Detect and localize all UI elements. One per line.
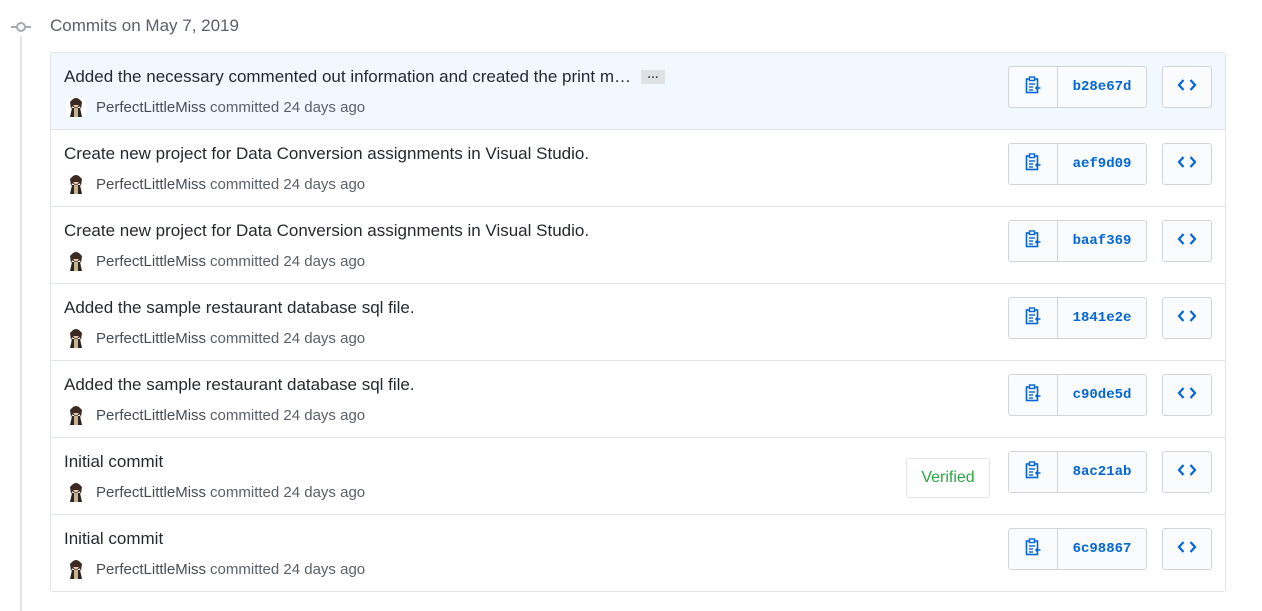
browse-repo-button[interactable] <box>1162 66 1212 108</box>
copy-sha-button[interactable] <box>1009 298 1058 338</box>
sha-button-group: b28e67d <box>1008 66 1147 108</box>
code-icon <box>1177 78 1197 97</box>
clipboard-icon <box>1025 383 1041 407</box>
commit-meta: PerfectLittleMiss committed 24 days ago <box>66 97 365 117</box>
browse-repo-button[interactable] <box>1162 528 1212 570</box>
browse-repo-button[interactable] <box>1162 143 1212 185</box>
commit-title[interactable]: Create new project for Data Conversion a… <box>64 221 589 241</box>
clipboard-icon <box>1025 460 1041 484</box>
commit-row: Initial commit PerfectLittleMiss committ… <box>51 514 1225 591</box>
user-avatar[interactable] <box>66 559 86 579</box>
commit-row: Added the necessary commented out inform… <box>51 53 1225 129</box>
commit-sha-link[interactable]: c90de5d <box>1058 375 1146 415</box>
commit-row: Initial commit PerfectLittleMiss committ… <box>51 437 1225 514</box>
sha-button-group: c90de5d <box>1008 374 1147 416</box>
code-icon <box>1177 232 1197 251</box>
commit-row: Added the sample restaurant database sql… <box>51 360 1225 437</box>
commit-author[interactable]: PerfectLittleMiss <box>96 99 206 116</box>
user-avatar[interactable] <box>66 251 86 271</box>
copy-sha-button[interactable] <box>1009 529 1058 569</box>
user-avatar[interactable] <box>66 482 86 502</box>
commit-sha-link[interactable]: b28e67d <box>1058 67 1146 107</box>
browse-repo-button[interactable] <box>1162 374 1212 416</box>
commit-author[interactable]: PerfectLittleMiss <box>96 330 206 347</box>
git-commit-icon <box>10 19 32 35</box>
commit-row: Create new project for Data Conversion a… <box>51 129 1225 206</box>
commit-title-wrap: Added the sample restaurant database sql… <box>64 298 415 318</box>
copy-sha-button[interactable] <box>1009 452 1058 492</box>
commit-title[interactable]: Added the necessary commented out inform… <box>64 67 631 87</box>
commit-title[interactable]: Initial commit <box>64 529 163 549</box>
commit-row: Create new project for Data Conversion a… <box>51 206 1225 283</box>
commit-title-wrap: Create new project for Data Conversion a… <box>64 221 589 241</box>
browse-repo-button[interactable] <box>1162 297 1212 339</box>
commit-time: committed 24 days ago <box>210 406 366 424</box>
code-icon <box>1177 155 1197 174</box>
commit-title-wrap: Added the necessary commented out inform… <box>64 67 665 87</box>
commit-meta: PerfectLittleMiss committed 24 days ago <box>66 328 365 348</box>
copy-sha-button[interactable] <box>1009 375 1058 415</box>
code-icon <box>1177 386 1197 405</box>
sha-button-group: 8ac21ab <box>1008 451 1147 493</box>
commit-row: Added the sample restaurant database sql… <box>51 283 1225 360</box>
commit-meta: PerfectLittleMiss committed 24 days ago <box>66 405 365 425</box>
commit-list: Added the necessary commented out inform… <box>50 52 1226 592</box>
sha-button-group: baaf369 <box>1008 220 1147 262</box>
copy-sha-button[interactable] <box>1009 67 1058 107</box>
commit-meta: PerfectLittleMiss committed 24 days ago <box>66 174 365 194</box>
commit-sha-link[interactable]: 1841e2e <box>1058 298 1146 338</box>
commit-sha-link[interactable]: baaf369 <box>1058 221 1146 261</box>
commit-time: committed 24 days ago <box>210 252 366 270</box>
commit-meta: PerfectLittleMiss committed 24 days ago <box>66 482 365 502</box>
commit-title-wrap: Create new project for Data Conversion a… <box>64 144 589 164</box>
commit-title[interactable]: Initial commit <box>64 452 163 472</box>
commit-time: committed 24 days ago <box>210 98 366 116</box>
commit-meta: PerfectLittleMiss committed 24 days ago <box>66 251 365 271</box>
commit-title-wrap: Added the sample restaurant database sql… <box>64 375 415 395</box>
sha-button-group: aef9d09 <box>1008 143 1147 185</box>
commit-time: committed 24 days ago <box>210 175 366 193</box>
commit-sha-link[interactable]: aef9d09 <box>1058 144 1146 184</box>
commit-author[interactable]: PerfectLittleMiss <box>96 253 206 270</box>
user-avatar[interactable] <box>66 405 86 425</box>
commit-title-wrap: Initial commit <box>64 452 163 472</box>
clipboard-icon <box>1025 75 1041 99</box>
commit-author[interactable]: PerfectLittleMiss <box>96 484 206 501</box>
expand-message-button[interactable]: … <box>640 68 665 84</box>
copy-sha-button[interactable] <box>1009 221 1058 261</box>
commit-sha-link[interactable]: 6c98867 <box>1058 529 1146 569</box>
clipboard-icon <box>1025 306 1041 330</box>
browse-repo-button[interactable] <box>1162 220 1212 262</box>
user-avatar[interactable] <box>66 174 86 194</box>
commit-author[interactable]: PerfectLittleMiss <box>96 176 206 193</box>
browse-repo-button[interactable] <box>1162 451 1212 493</box>
sha-button-group: 1841e2e <box>1008 297 1147 339</box>
commit-time: committed 24 days ago <box>210 560 366 578</box>
commit-title[interactable]: Create new project for Data Conversion a… <box>64 144 589 164</box>
commit-meta: PerfectLittleMiss committed 24 days ago <box>66 559 365 579</box>
code-icon <box>1177 309 1197 328</box>
verified-badge[interactable]: Verified <box>906 458 990 498</box>
commit-sha-link[interactable]: 8ac21ab <box>1058 452 1146 492</box>
commit-author[interactable]: PerfectLittleMiss <box>96 407 206 424</box>
sha-button-group: 6c98867 <box>1008 528 1147 570</box>
code-icon <box>1177 463 1197 482</box>
commit-group-title: Commits on May 7, 2019 <box>50 16 239 35</box>
user-avatar[interactable] <box>66 328 86 348</box>
commit-author[interactable]: PerfectLittleMiss <box>96 561 206 578</box>
clipboard-icon <box>1025 537 1041 561</box>
timeline-line <box>20 36 22 611</box>
commit-title[interactable]: Added the sample restaurant database sql… <box>64 298 415 318</box>
commit-time: committed 24 days ago <box>210 329 366 347</box>
commit-title-wrap: Initial commit <box>64 529 163 549</box>
clipboard-icon <box>1025 152 1041 176</box>
copy-sha-button[interactable] <box>1009 144 1058 184</box>
commit-time: committed 24 days ago <box>210 483 366 501</box>
code-icon <box>1177 540 1197 559</box>
clipboard-icon <box>1025 229 1041 253</box>
commit-title[interactable]: Added the sample restaurant database sql… <box>64 375 415 395</box>
user-avatar[interactable] <box>66 97 86 117</box>
